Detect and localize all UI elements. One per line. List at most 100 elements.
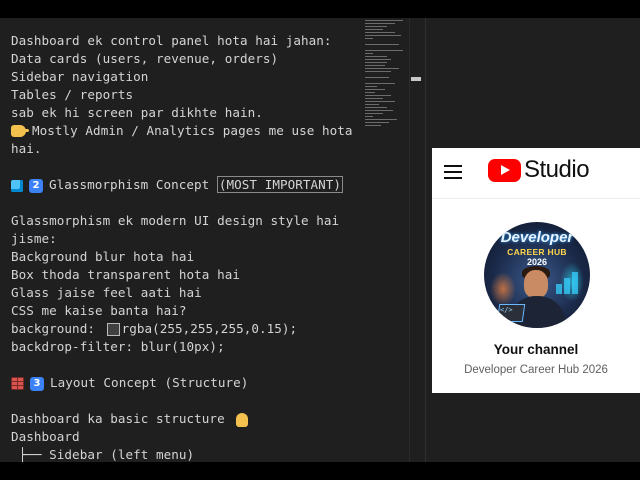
channel-name: Developer Career Hub 2026	[464, 364, 608, 376]
youtube-logo-icon[interactable]	[488, 159, 521, 182]
pane-divider[interactable]	[409, 18, 410, 462]
pointing-hand-icon	[11, 124, 29, 137]
minimap-line	[365, 125, 381, 126]
code-text: Tables / reports	[11, 87, 134, 102]
code-text: Glass jaise feel aati hai	[11, 285, 202, 300]
minimap-line	[365, 35, 401, 36]
minimap-line	[365, 119, 397, 120]
minimap-line	[365, 20, 403, 21]
minimap-line	[365, 68, 399, 69]
minimap-line	[365, 104, 379, 105]
code-text: Dashboard ek control panel hota hai jaha…	[11, 33, 332, 48]
chart-bar-icon	[572, 272, 578, 294]
code-line: hai.	[11, 140, 353, 158]
minimap-line	[365, 59, 391, 60]
code-brackets-icon: </>	[500, 306, 513, 314]
minimap-line	[365, 65, 385, 66]
minimap-line	[365, 101, 395, 102]
orange-glow	[490, 272, 516, 306]
color-swatch-icon[interactable]	[106, 323, 120, 336]
code-text: jisme:	[11, 231, 57, 246]
code-line: 2 Glassmorphism Concept (MOST IMPORTANT)	[11, 176, 353, 194]
code-line: Sidebar navigation	[11, 68, 353, 86]
minimap-line	[365, 92, 375, 93]
minimap-line	[365, 107, 387, 108]
code-text: Dashboard ka basic structure	[11, 411, 233, 426]
bracket-match-highlight: (MOST IMPORTANT)	[216, 176, 344, 193]
minimap-line	[365, 77, 389, 78]
avatar-face	[524, 270, 548, 298]
code-text: rgba(255,255,255,0.15);	[121, 321, 298, 336]
code-editor[interactable]: Dashboard ek control panel hota hai jaha…	[0, 18, 410, 462]
code-line: Box thoda transparent hota hai	[11, 266, 353, 284]
code-text: Glassmorphism Concept	[49, 177, 217, 192]
code-text: Dashboard	[11, 429, 80, 444]
code-line: Dashboard	[11, 428, 353, 446]
hamburger-menu-icon[interactable]	[444, 164, 462, 180]
minimap-line	[365, 113, 383, 114]
code-line: Dashboard ka basic structure	[11, 410, 353, 428]
code-line: Tables / reports	[11, 86, 353, 104]
code-line: background: rgba(255,255,255,0.15);	[11, 320, 353, 338]
channel-avatar[interactable]: </> Developer CAREER HUB 2026	[484, 222, 590, 328]
minimap-line	[365, 98, 383, 99]
editor-minimap[interactable]	[363, 18, 409, 138]
studio-header: Studio	[432, 148, 640, 199]
minimap-line	[365, 83, 395, 84]
code-line: sab ek hi screen par dikhte hain.	[11, 104, 353, 122]
code-text: Layout Concept (Structure)	[50, 375, 249, 390]
code-text: ├── Sidebar (left menu)	[11, 447, 195, 462]
youtube-studio-panel: Studio </> Developer CAREER HUB 2026 You…	[432, 148, 640, 393]
avatar-title-line1: Developer	[500, 229, 574, 246]
code-line: Data cards (users, revenue, orders)	[11, 50, 353, 68]
cube-icon	[11, 179, 23, 192]
code-line: jisme:	[11, 230, 353, 248]
code-line: backdrop-filter: blur(10px);	[11, 338, 353, 356]
code-text: Sidebar navigation	[11, 69, 149, 84]
minimap-line	[365, 62, 387, 63]
code-text: hai.	[11, 141, 42, 156]
minimap-line	[365, 86, 377, 87]
minimap-line	[365, 50, 403, 51]
chart-bar-icon	[556, 284, 562, 294]
pointing-down-icon	[236, 412, 249, 427]
minimap-line	[365, 122, 389, 123]
minimap-line	[365, 23, 395, 24]
code-text: Mostly Admin / Analytics pages me use ho…	[32, 123, 353, 138]
code-text: background:	[11, 321, 103, 336]
code-text: Box thoda transparent hota hai	[11, 267, 240, 282]
avatar-title-line2: CAREER HUB	[507, 247, 567, 257]
minimap-line	[365, 44, 399, 45]
code-line: Background blur hota hai	[11, 248, 353, 266]
minimap-line	[365, 53, 373, 54]
code-line: Glass jaise feel aati hai	[11, 284, 353, 302]
keycap-number-icon: 2	[29, 178, 43, 193]
chart-bar-icon	[564, 278, 570, 294]
minimap-line	[365, 26, 387, 27]
minimap-line	[365, 56, 387, 57]
studio-logo-text[interactable]: Studio	[524, 156, 590, 184]
top-black-bar	[0, 0, 640, 18]
code-text: Data cards (users, revenue, orders)	[11, 51, 279, 66]
minimap-line	[365, 32, 395, 33]
avatar-title-line3: 2026	[526, 257, 548, 267]
keycap-number-icon: 3	[30, 376, 44, 391]
minimap-line	[365, 95, 391, 96]
minimap-slider[interactable]	[411, 77, 421, 81]
your-channel-label[interactable]: Your channel	[432, 342, 640, 357]
code-line: 3 Layout Concept (Structure)	[11, 374, 353, 392]
minimap-line	[365, 89, 385, 90]
code-line: Dashboard ek control panel hota hai jaha…	[11, 32, 353, 50]
brick-icon	[11, 377, 24, 390]
code-text: CSS me kaise banta hai?	[11, 303, 187, 318]
editor-text: Dashboard ek control panel hota hai jaha…	[11, 32, 353, 464]
minimap-line	[365, 116, 373, 117]
minimap-line	[365, 38, 373, 39]
code-text: Background blur hota hai	[11, 249, 195, 264]
code-text: sab ek hi screen par dikhte hain.	[11, 105, 263, 120]
bottom-black-bar	[0, 462, 640, 480]
minimap-line	[365, 29, 383, 30]
